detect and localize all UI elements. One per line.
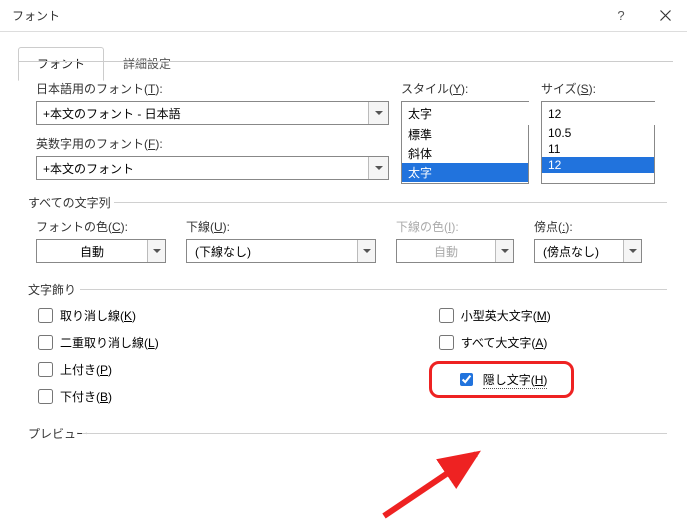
strike-checkbox[interactable]: 取り消し線(K)	[38, 307, 159, 324]
chevron-down-icon	[153, 249, 161, 253]
chevron-down-icon	[629, 249, 637, 253]
close-button[interactable]	[643, 0, 687, 32]
smallcaps-checkbox[interactable]: 小型英大文字(M)	[439, 307, 585, 324]
chevron-down-icon	[501, 249, 509, 253]
jp-font-drop[interactable]	[368, 102, 388, 124]
font-color-label: フォントの色(C):	[36, 218, 166, 235]
en-font-combo[interactable]	[36, 156, 389, 180]
size-option[interactable]: 11	[542, 141, 654, 157]
jp-font-combo[interactable]	[36, 101, 389, 125]
style-option[interactable]: 斜体	[402, 144, 528, 163]
chevron-down-icon	[363, 249, 371, 253]
size-option[interactable]: 10.5	[542, 125, 654, 141]
style-option[interactable]: 太字	[402, 163, 528, 182]
chevron-down-icon	[375, 111, 383, 115]
en-font-input[interactable]	[37, 157, 368, 179]
emphasis-dropdown[interactable]: (傍点なし)	[534, 239, 642, 263]
chevron-down-icon	[375, 166, 383, 170]
underline-color-value: 自動	[397, 243, 495, 260]
subscript-checkbox[interactable]: 下付き(B)	[38, 388, 159, 405]
all-text-legend: すべての文字列	[24, 194, 115, 211]
annotation-arrow-icon	[378, 442, 498, 522]
underline-label: 下線(U):	[186, 218, 376, 235]
size-field[interactable]	[541, 101, 655, 125]
font-color-value: 自動	[37, 243, 147, 260]
hidden-checkbox[interactable]	[460, 373, 473, 386]
help-button[interactable]: ?	[599, 0, 643, 32]
style-field[interactable]	[401, 101, 529, 125]
hidden-highlight: 隠し文字(H)	[429, 361, 575, 398]
superscript-checkbox[interactable]: 上付き(P)	[38, 361, 159, 378]
underline-dropdown[interactable]: (下線なし)	[186, 239, 376, 263]
underline-color-dropdown: 自動	[396, 239, 514, 263]
font-color-dropdown[interactable]: 自動	[36, 239, 166, 263]
size-listbox[interactable]: 10.5 11 12	[541, 124, 655, 184]
underline-color-label: 下線の色(I):	[396, 218, 514, 235]
style-listbox[interactable]: 標準 斜体 太字	[401, 124, 529, 184]
en-font-drop[interactable]	[368, 157, 388, 179]
emphasis-value: (傍点なし)	[535, 243, 623, 260]
size-option[interactable]: 12	[542, 157, 654, 173]
style-option[interactable]: 標準	[402, 125, 528, 144]
close-icon	[660, 10, 671, 21]
jp-font-input[interactable]	[37, 102, 368, 124]
jp-font-label: 日本語用のフォント(T):	[36, 80, 389, 97]
emphasis-label: 傍点(:):	[534, 218, 642, 235]
hidden-label: 隠し文字(H)	[483, 371, 548, 389]
double-strike-checkbox[interactable]: 二重取り消し線(L)	[38, 334, 159, 351]
underline-value: (下線なし)	[187, 243, 357, 260]
size-input[interactable]	[542, 102, 687, 125]
size-label: サイズ(S):	[541, 80, 655, 97]
en-font-label: 英数字用のフォント(F):	[36, 135, 389, 152]
style-label: スタイル(Y):	[401, 80, 529, 97]
allcaps-checkbox[interactable]: すべて大文字(A)	[439, 334, 585, 351]
window-title: フォント	[12, 7, 599, 24]
effects-legend: 文字飾り	[24, 281, 80, 298]
